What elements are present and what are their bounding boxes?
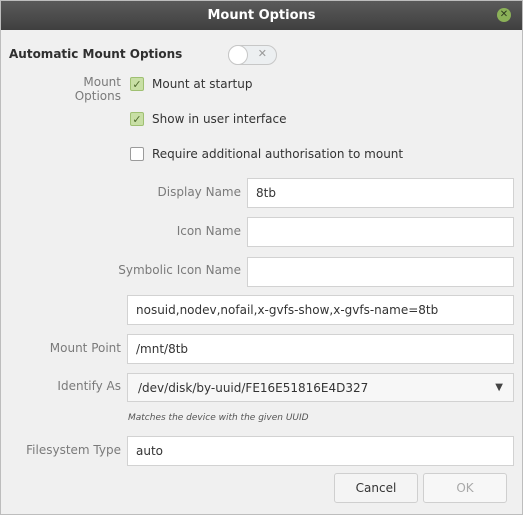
checkbox-label: Show in user interface — [152, 112, 287, 126]
ok-button-label: OK — [456, 481, 474, 495]
automatic-mount-switch[interactable]: ✕ — [228, 45, 277, 65]
filesystem-type-value: auto — [136, 444, 164, 458]
checkbox-label: Mount at startup — [152, 77, 253, 91]
close-icon[interactable]: ✕ — [497, 8, 511, 22]
mount-options-string-input[interactable]: nosuid,nodev,nofail,x-gvfs-show,x-gvfs-n… — [127, 295, 514, 325]
display-name-label: Display Name — [157, 185, 241, 199]
identify-as-value: /dev/disk/by-uuid/FE16E51816E4D327 — [138, 380, 369, 395]
window-title: Mount Options — [207, 8, 316, 23]
checkbox-show-in-user-interface[interactable]: ✓ Show in user interface — [130, 112, 286, 126]
automatic-mount-options-title: Automatic Mount Options — [9, 47, 183, 61]
mount-options-label: Mount Options — [74, 75, 121, 103]
display-name-input[interactable]: 8tb — [247, 178, 514, 208]
cancel-button[interactable]: Cancel — [334, 473, 418, 503]
check-icon: ✓ — [132, 112, 142, 126]
mount-options-string-value: nosuid,nodev,nofail,x-gvfs-show,x-gvfs-n… — [136, 303, 439, 317]
mount-options-dialog: Mount Options ✕ Automatic Mount Options … — [0, 0, 523, 515]
checkbox-require-authorisation[interactable]: Require additional authorisation to moun… — [130, 147, 403, 161]
icon-name-label: Icon Name — [176, 224, 241, 238]
x-icon: ✕ — [257, 47, 267, 60]
mount-point-label: Mount Point — [49, 341, 121, 355]
titlebar: Mount Options ✕ — [1, 1, 522, 30]
display-name-value: 8tb — [256, 186, 276, 200]
mount-point-input[interactable]: /mnt/8tb — [127, 334, 514, 364]
filesystem-type-input[interactable]: auto — [127, 436, 514, 466]
mount-point-value: /mnt/8tb — [136, 342, 189, 356]
identify-as-hint: Matches the device with the given UUID — [128, 413, 309, 423]
check-icon: ✓ — [132, 77, 142, 91]
identify-as-dropdown[interactable]: /dev/disk/by-uuid/FE16E51816E4D327 ▼ — [127, 373, 514, 402]
icon-name-input[interactable] — [247, 217, 514, 247]
checkbox[interactable]: ✓ — [130, 112, 144, 126]
checkbox-mount-at-startup[interactable]: ✓ Mount at startup — [130, 77, 252, 91]
filesystem-type-label: Filesystem Type — [26, 443, 121, 457]
checkbox[interactable]: ✓ — [130, 77, 144, 91]
identify-as-label: Identify As — [57, 379, 121, 393]
symbolic-icon-name-input[interactable] — [247, 257, 514, 287]
checkbox[interactable] — [130, 147, 144, 161]
symbolic-icon-name-label: Symbolic Icon Name — [118, 263, 241, 277]
ok-button[interactable]: OK — [423, 473, 507, 503]
cancel-button-label: Cancel — [355, 481, 397, 495]
switch-knob — [228, 45, 248, 65]
chevron-down-icon: ▼ — [495, 382, 503, 393]
checkbox-label: Require additional authorisation to moun… — [152, 147, 404, 161]
